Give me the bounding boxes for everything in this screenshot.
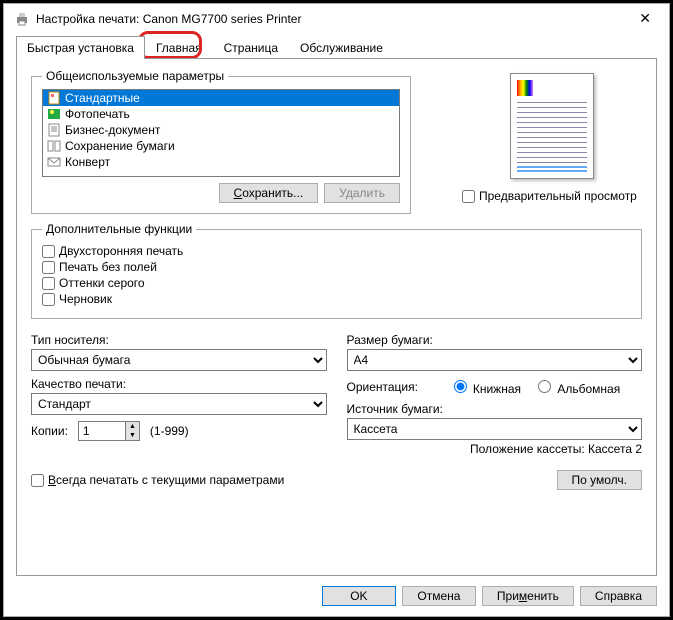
- tab-main[interactable]: Главная: [145, 36, 213, 59]
- spin-down[interactable]: ▼: [125, 431, 139, 440]
- borderless-checkbox[interactable]: Печать без полей: [42, 260, 631, 274]
- quality-select[interactable]: Стандарт: [31, 393, 327, 415]
- preview-footer: [517, 166, 587, 172]
- orientation-label: Ориентация:: [347, 380, 437, 394]
- save-profile-button[interactable]: Сохранить...: [219, 183, 319, 203]
- page-icon: [47, 91, 61, 105]
- copies-label: Копии:: [31, 424, 68, 438]
- extra-functions-legend: Дополнительные функции: [42, 222, 196, 236]
- close-button[interactable]: ✕: [631, 10, 659, 27]
- copies-range: (1-999): [150, 424, 189, 438]
- print-setup-dialog: Настройка печати: Canon MG7700 series Pr…: [3, 3, 670, 617]
- cancel-button[interactable]: Отмена: [402, 586, 476, 606]
- help-button[interactable]: Справка: [580, 586, 657, 606]
- paper-size-select[interactable]: A4: [347, 349, 643, 371]
- envelope-icon: [47, 155, 61, 169]
- cassette-position-label: Положение кассеты: Кассета 2: [347, 442, 643, 456]
- document-icon: [47, 123, 61, 137]
- apply-button[interactable]: Применить: [482, 586, 574, 606]
- tab-panel: Предварительный просмотр Общеиспользуемы…: [16, 58, 657, 576]
- draft-checkbox[interactable]: Черновик: [42, 292, 631, 306]
- always-print-checkbox[interactable]: Всегда печатать с текущими параметрами: [31, 473, 284, 487]
- copies-spinner[interactable]: ▲▼: [78, 421, 140, 441]
- common-profiles-group: Общеиспользуемые параметры Стандартные Ф…: [31, 69, 411, 214]
- pages-icon: [47, 139, 61, 153]
- dialog-footer: OK Отмена Применить Справка: [4, 576, 669, 616]
- orientation-portrait[interactable]: Книжная: [449, 377, 522, 396]
- quality-label: Качество печати:: [31, 377, 327, 391]
- orientation-landscape[interactable]: Альбомная: [533, 377, 620, 396]
- profiles-listbox[interactable]: Стандартные Фотопечать Бизнес-документ С…: [42, 89, 400, 177]
- grayscale-checkbox[interactable]: Оттенки серого: [42, 276, 631, 290]
- delete-profile-button: Удалить: [324, 183, 400, 203]
- window-title: Настройка печати: Canon MG7700 series Pr…: [36, 12, 631, 26]
- copies-input[interactable]: [79, 422, 125, 440]
- media-type-select[interactable]: Обычная бумага: [31, 349, 327, 371]
- spin-up[interactable]: ▲: [125, 422, 139, 431]
- defaults-button[interactable]: По умолч.: [557, 470, 642, 490]
- printer-icon: [14, 11, 30, 27]
- tab-strip: Быстрая установка Главная Страница Обслу…: [16, 35, 657, 58]
- duplex-checkbox[interactable]: Двухсторонняя печать: [42, 244, 631, 258]
- profile-item-photo[interactable]: Фотопечать: [43, 106, 399, 122]
- profile-item-envelope[interactable]: Конверт: [43, 154, 399, 170]
- profile-item-business[interactable]: Бизнес-документ: [43, 122, 399, 138]
- profile-item-papersave[interactable]: Сохранение бумаги: [43, 138, 399, 154]
- paper-size-label: Размер бумаги:: [347, 333, 643, 347]
- tab-page[interactable]: Страница: [213, 36, 289, 59]
- preview-checkbox[interactable]: Предварительный просмотр: [462, 189, 642, 203]
- preview-checkbox-label: Предварительный просмотр: [479, 189, 637, 203]
- extra-functions-group: Дополнительные функции Двухсторонняя печ…: [31, 222, 642, 319]
- tab-service[interactable]: Обслуживание: [289, 36, 394, 59]
- profile-item-standard[interactable]: Стандартные: [43, 90, 399, 106]
- paper-source-select[interactable]: Кассета: [347, 418, 643, 440]
- page-preview: [510, 73, 594, 179]
- preview-image-icon: [517, 80, 533, 96]
- media-type-label: Тип носителя:: [31, 333, 327, 347]
- preview-checkbox-input[interactable]: [462, 190, 475, 203]
- preview-area: Предварительный просмотр: [462, 73, 642, 205]
- photo-icon: [47, 107, 61, 121]
- common-profiles-legend: Общеиспользуемые параметры: [42, 69, 228, 83]
- preview-lines: [517, 98, 587, 164]
- titlebar: Настройка печати: Canon MG7700 series Pr…: [4, 4, 669, 33]
- paper-source-label: Источник бумаги:: [347, 402, 643, 416]
- tab-quick-setup[interactable]: Быстрая установка: [16, 36, 145, 59]
- ok-button[interactable]: OK: [322, 586, 396, 606]
